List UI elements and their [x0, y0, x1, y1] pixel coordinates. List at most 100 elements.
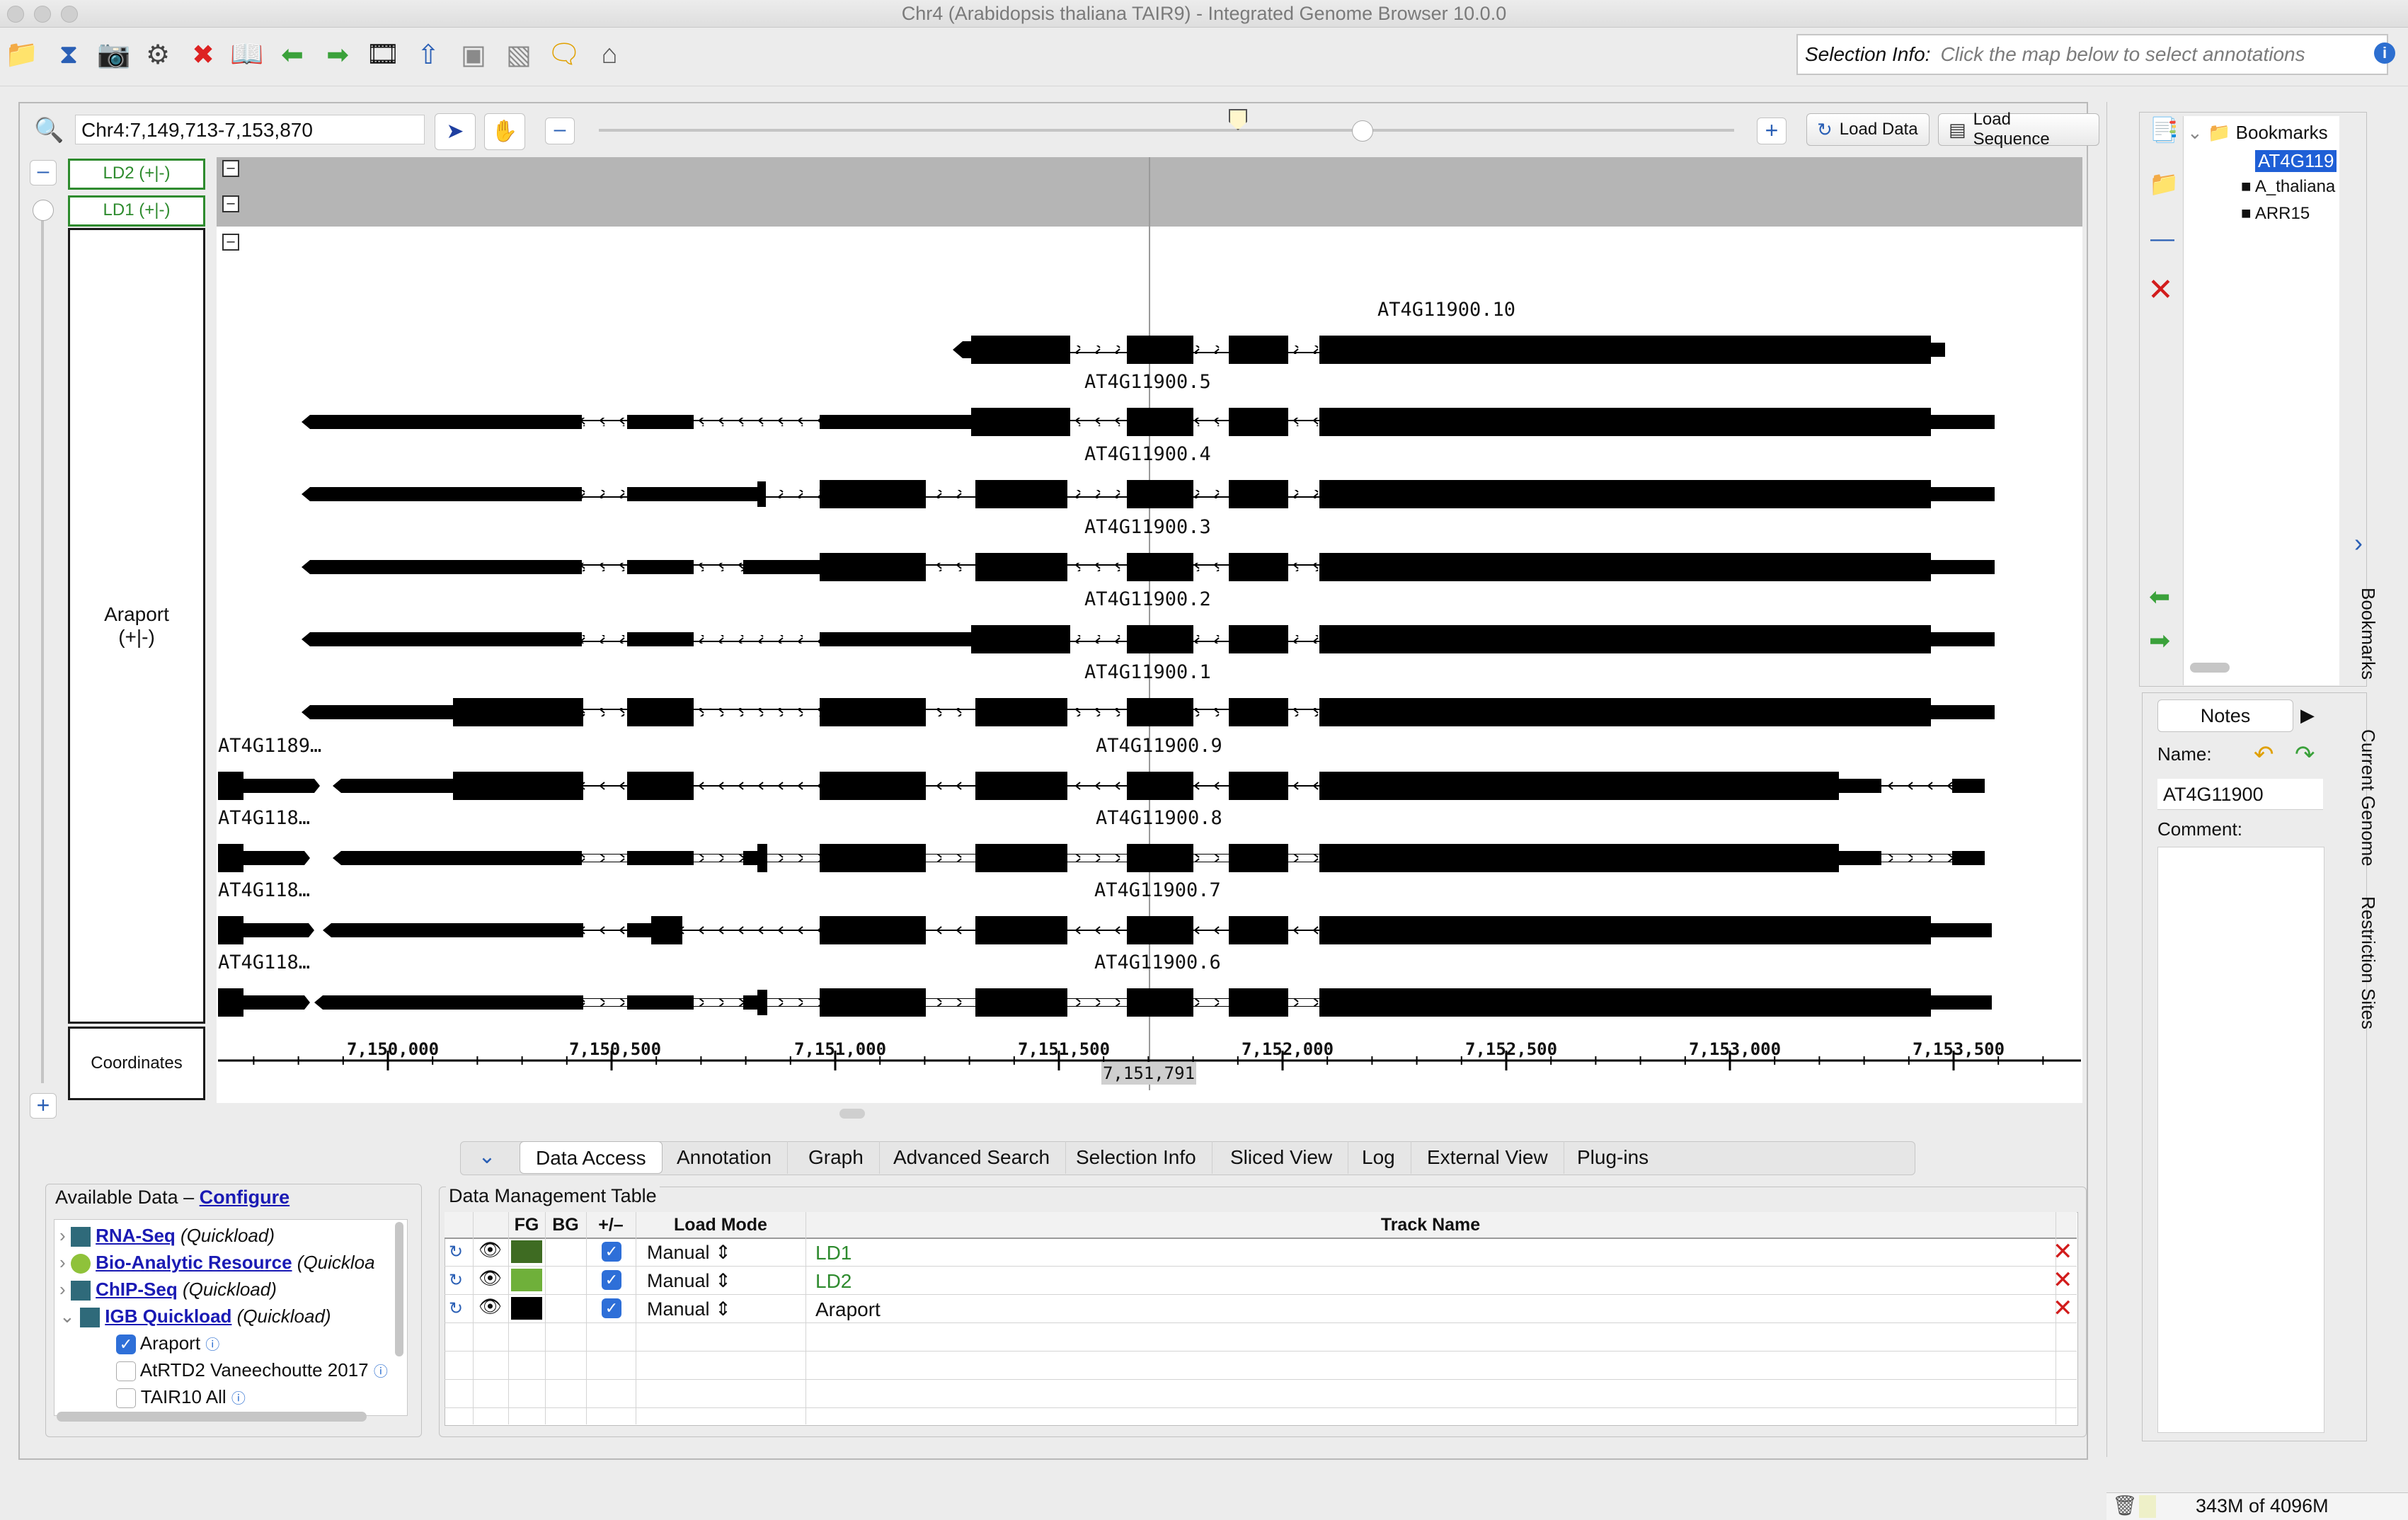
gene-label-1[interactable]: AT4G11900.1 — [1084, 661, 1211, 683]
load-mode-select[interactable]: Manual ⇕ — [647, 1298, 731, 1320]
add-bookmark-icon[interactable]: 📑 — [2149, 116, 2179, 144]
configure-link[interactable]: Configure — [200, 1187, 290, 1208]
notes-comment-textarea[interactable] — [2157, 847, 2324, 1433]
play-icon[interactable]: ▶ — [2293, 699, 2322, 731]
tab-data-access[interactable]: Data Access — [520, 1141, 663, 1174]
chevron-down-icon[interactable]: ⌄ — [471, 1144, 503, 1171]
home-icon[interactable]: ⌂ — [590, 35, 629, 74]
load-sequence-button[interactable]: ▤ Load Sequence — [1938, 110, 2099, 149]
tab-plug-ins[interactable]: Plug-ins — [1561, 1141, 1664, 1174]
gene-label-10[interactable]: AT4G11900.10 — [1377, 299, 1515, 321]
back-arrow-icon[interactable]: ⬅ — [273, 35, 311, 74]
track-label-araport[interactable]: Araport (+|-) — [68, 228, 205, 1024]
camera-icon[interactable]: 📷 — [95, 35, 133, 74]
refresh-icon[interactable]: ↻ — [449, 1298, 463, 1319]
checkbox-unchecked[interactable] — [116, 1361, 136, 1382]
forward-arrow-icon[interactable]: ➡ — [319, 35, 357, 74]
tree-item-igb-quickload[interactable]: ⌄ IGB Quickload (Quickload) — [59, 1303, 331, 1330]
tree-vertical-scrollbar[interactable] — [395, 1222, 403, 1356]
strand-checkbox[interactable]: ✓ — [602, 1242, 621, 1262]
vertical-zoom-out-button[interactable]: – — [30, 160, 57, 185]
track-name-cell[interactable]: LD1 — [815, 1242, 852, 1264]
tree-item-chip-seq[interactable]: › ChIP-Seq (Quickload) — [59, 1276, 277, 1303]
tree-item-bar[interactable]: › Bio-Analytic Resource (Quickloa — [59, 1249, 375, 1276]
redo-icon[interactable]: ↷ — [2295, 741, 2315, 769]
load-mode-select[interactable]: Manual ⇕ — [647, 1270, 731, 1292]
tab-external-view[interactable]: External View — [1411, 1141, 1564, 1174]
selection-info-field[interactable]: Selection Info: Click the map below to s… — [1796, 34, 2388, 75]
speech-bubble-icon[interactable]: 🗨 — [545, 35, 583, 74]
side-tab-restriction-sites[interactable]: Restriction Sites — [2357, 896, 2379, 1029]
tree-item-rna-seq[interactable]: › RNA-Seq (Quickload) — [59, 1222, 275, 1249]
undo-icon[interactable]: ↶ — [2254, 741, 2274, 769]
tree-item-tair10[interactable]: TAIR10 All ⓘ — [116, 1383, 246, 1410]
film-strip-icon[interactable]: 🎞 — [364, 35, 402, 74]
gene-label-5[interactable]: AT4G11900.5 — [1084, 371, 1211, 393]
gene-label-3[interactable]: AT4G11900.3 — [1084, 516, 1211, 538]
gene-label-8[interactable]: AT4G11900.8 — [1096, 807, 1222, 829]
eye-icon[interactable]: 👁 — [478, 1267, 502, 1289]
notes-tab[interactable]: Notes — [2157, 699, 2293, 732]
dmt-col-fg[interactable]: FG — [508, 1212, 545, 1238]
bookmark-book-icon[interactable]: 📖 — [228, 35, 266, 74]
delete-bookmark-icon[interactable]: ✕ — [2148, 272, 2174, 308]
tree-horizontal-scrollbar[interactable] — [57, 1412, 367, 1422]
location-input[interactable]: Chr4:7,149,713-7,153,870 — [75, 115, 425, 144]
refresh-icon[interactable]: ↻ — [449, 1242, 463, 1262]
fg-color-swatch[interactable] — [511, 1297, 542, 1320]
tab-selection-info[interactable]: Selection Info — [1060, 1141, 1212, 1174]
gene-label-7[interactable]: AT4G11900.7 — [1094, 879, 1221, 901]
chevron-right-icon[interactable]: › — [59, 1225, 66, 1246]
horizontal-scroll-thumb[interactable] — [839, 1109, 865, 1119]
info-icon[interactable]: i — [2374, 42, 2395, 64]
zoom-slider-thumb[interactable] — [1352, 120, 1373, 142]
vertical-zoom-in-button[interactable]: + — [30, 1093, 57, 1119]
chevron-right-icon[interactable]: › — [59, 1252, 66, 1273]
window-icon[interactable]: ▣ — [454, 35, 493, 74]
fg-color-swatch[interactable] — [511, 1240, 542, 1263]
info-icon[interactable]: ⓘ — [205, 1337, 219, 1353]
info-icon[interactable]: ⓘ — [374, 1364, 388, 1380]
zoom-in-button[interactable]: + — [1757, 118, 1787, 144]
bookmark-item[interactable]: ■ ARR15 — [2241, 204, 2310, 224]
info-icon[interactable]: ⓘ — [231, 1391, 246, 1407]
gear-icon[interactable]: ⚙ — [139, 35, 177, 74]
gene-label-2[interactable]: AT4G11900.2 — [1084, 588, 1211, 610]
neighbor-gene-label-7[interactable]: AT4G118… — [218, 879, 310, 901]
tab-annotation[interactable]: Annotation — [661, 1141, 788, 1174]
track-label-ld2[interactable]: LD2 (+|-) — [68, 159, 205, 190]
tab-graph[interactable]: Graph — [793, 1141, 880, 1174]
load-data-button[interactable]: ↻ Load Data — [1806, 113, 1930, 146]
tab-log[interactable]: Log — [1346, 1141, 1411, 1174]
refresh-icon[interactable]: ↻ — [449, 1270, 463, 1291]
hand-drag-icon[interactable]: ✋ — [484, 113, 525, 150]
zoom-out-button[interactable]: – — [545, 118, 575, 144]
vertical-zoom-slider[interactable] — [41, 202, 44, 1083]
track-name-cell[interactable]: Araport — [815, 1298, 881, 1321]
neighbor-gene-label-6[interactable]: AT4G118… — [218, 952, 310, 973]
select-pointer-icon[interactable]: ➤ — [435, 113, 476, 150]
chevron-right-icon[interactable]: › — [59, 1279, 66, 1300]
dmt-col-load-mode[interactable]: Load Mode — [636, 1212, 805, 1238]
chevron-right-icon[interactable]: › — [2354, 528, 2363, 558]
tree-item-araport[interactable]: ✓ Araport ⓘ — [116, 1330, 219, 1356]
tree-item-atrtd2[interactable]: AtRTD2 Vaneechoutte 2017 ⓘ — [116, 1356, 388, 1383]
track-label-ld1[interactable]: LD1 (+|-) — [68, 195, 205, 227]
delete-track-icon[interactable]: ✕ — [2053, 1266, 2073, 1294]
add-folder-icon[interactable]: 📁 — [2149, 170, 2179, 198]
notes-name-input[interactable]: AT4G11900 — [2157, 779, 2323, 810]
chevron-down-icon[interactable]: ⌄ — [59, 1305, 75, 1327]
gene-label-6[interactable]: AT4G11900.6 — [1094, 952, 1221, 973]
neighbor-gene-label-8[interactable]: AT4G118… — [218, 807, 310, 829]
eye-icon[interactable]: 👁 — [478, 1239, 502, 1261]
track-name-cell[interactable]: LD2 — [815, 1270, 852, 1293]
zoom-slider-track[interactable] — [599, 129, 1734, 132]
delete-track-icon[interactable]: ✕ — [2053, 1294, 2073, 1322]
gene-label-4[interactable]: AT4G11900.4 — [1084, 443, 1211, 465]
gene-label-9[interactable]: AT4G11900.9 — [1096, 735, 1222, 757]
tab-advanced-search[interactable]: Advanced Search — [878, 1141, 1067, 1174]
dmt-col-bg[interactable]: BG — [545, 1212, 586, 1238]
bookmark-forward-icon[interactable]: ➡ — [2149, 626, 2170, 656]
bookmark-item[interactable]: ■ A_thaliana — [2241, 177, 2337, 197]
fg-color-swatch[interactable] — [511, 1269, 542, 1291]
